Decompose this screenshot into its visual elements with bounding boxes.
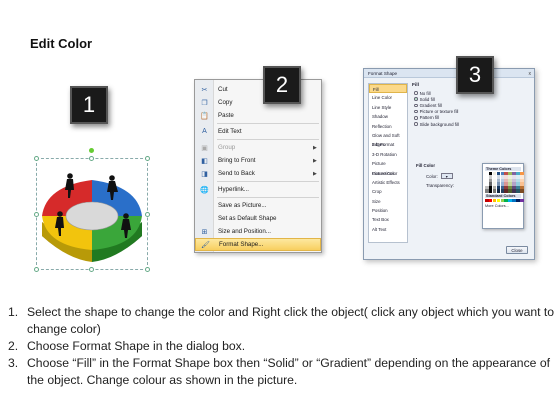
- radio-slide-background-fill[interactable]: Slide background fill: [412, 121, 530, 127]
- hyperlink-icon: 🌐: [200, 186, 209, 194]
- fill-options-panel: Fill No fill Solid fill Gradient fill Pi…: [412, 83, 530, 243]
- transparency-label: Transparency:: [426, 183, 454, 188]
- category-line-style[interactable]: Line Style: [369, 103, 407, 112]
- edit-text-icon: A: [202, 128, 207, 135]
- category-picture-corrections[interactable]: Picture Corrections: [369, 159, 407, 175]
- submenu-arrow-icon: ▶: [313, 144, 317, 151]
- category-line-color[interactable]: Line Color: [369, 93, 407, 102]
- category-3d-rotation[interactable]: 3-D Rotation: [369, 150, 407, 159]
- step-badge-3: 3: [456, 56, 494, 94]
- menu-item-hyperlink[interactable]: 🌐 Hyperlink...: [195, 183, 321, 196]
- page-title: Edit Color: [30, 36, 93, 51]
- category-size[interactable]: Size: [369, 197, 407, 206]
- bring-front-icon: ◧: [201, 157, 208, 165]
- menu-item-size-position[interactable]: ⊞ Size and Position...: [195, 225, 321, 238]
- menu-separator: [217, 197, 319, 198]
- menu-item-send-to-back[interactable]: ◨ Send to Back ▶: [195, 167, 321, 180]
- category-shadow[interactable]: Shadow: [369, 112, 407, 121]
- theme-colors-label: Theme Colors: [485, 167, 521, 171]
- theme-color-grid: [485, 172, 524, 193]
- category-artistic-effects[interactable]: Artistic Effects: [369, 178, 407, 187]
- menu-item-format-shape[interactable]: 🖌 Format Shape...: [195, 238, 321, 251]
- menu-item-copy[interactable]: ❐ Copy: [195, 96, 321, 109]
- menu-item-set-default-shape[interactable]: Set as Default Shape: [195, 212, 321, 225]
- menu-item-cut[interactable]: ✂ Cut: [195, 83, 321, 96]
- menu-separator: [217, 181, 319, 182]
- dialog-title-bar: Format Shape x: [364, 69, 534, 78]
- color-swatch[interactable]: [520, 189, 524, 193]
- menu-item-bring-to-front[interactable]: ◧ Bring to Front ▶: [195, 154, 321, 167]
- color-picker-button[interactable]: ▾: [440, 173, 453, 179]
- color-palette-dropdown: Theme Colors Standard Colors More Colors…: [482, 163, 524, 229]
- color-swatch[interactable]: [520, 198, 524, 202]
- category-position[interactable]: Position: [369, 206, 407, 215]
- menu-item-group[interactable]: ▣ Group ▶: [195, 141, 321, 154]
- instruction-list: 1. Select the shape to change the color …: [8, 304, 556, 389]
- category-list: Fill Line Color Line Style Shadow Reflec…: [368, 83, 408, 243]
- send-back-icon: ◨: [201, 170, 208, 178]
- category-glow[interactable]: Glow and Soft Edges: [369, 131, 407, 147]
- transparency-row: Transparency:: [426, 183, 454, 188]
- category-text-box[interactable]: Text Box: [369, 215, 407, 224]
- instruction-item: 1. Select the shape to change the color …: [8, 305, 555, 336]
- standard-color-grid: [485, 198, 524, 202]
- instruction-item: 2. Choose Format Shape in the dialog box…: [8, 339, 246, 353]
- puzzle-ring-graphic[interactable]: [32, 150, 152, 276]
- context-menu: ✂ Cut ❐ Copy 📋 Paste A Edit Text ▣ Group…: [194, 79, 322, 253]
- step-badge-2: 2: [263, 66, 301, 104]
- paint-bucket-icon: ▾: [445, 173, 448, 179]
- category-picture-color[interactable]: Picture Color: [369, 169, 407, 178]
- menu-item-save-as-picture[interactable]: Save as Picture...: [195, 199, 321, 212]
- size-position-icon: ⊞: [201, 228, 208, 236]
- category-alt-text[interactable]: Alt Text: [369, 225, 407, 234]
- scissors-icon: ✂: [201, 86, 208, 94]
- menu-separator: [217, 123, 319, 124]
- standard-colors-label: Standard Colors: [485, 193, 521, 198]
- fill-color-heading: Fill Color: [416, 163, 436, 168]
- submenu-arrow-icon: ▶: [313, 157, 317, 164]
- step-badge-1: 1: [70, 86, 108, 124]
- category-reflection[interactable]: Reflection: [369, 122, 407, 131]
- color-row: Color: ▾: [426, 173, 453, 179]
- dialog-title: Format Shape: [368, 71, 398, 76]
- more-colors-link[interactable]: More Colors...: [485, 204, 521, 208]
- instruction-item: 3. Choose “Fill” in the Format Shape box…: [8, 356, 551, 387]
- group-icon: ▣: [201, 144, 208, 152]
- color-label: Color:: [426, 173, 438, 179]
- format-shape-icon: 🖌: [201, 241, 210, 249]
- puzzle-shape-panel: [32, 148, 152, 276]
- paste-icon: 📋: [200, 112, 209, 120]
- submenu-arrow-icon: ▶: [313, 170, 317, 177]
- category-crop[interactable]: Crop: [369, 187, 407, 196]
- category-3d-format[interactable]: 3-D Format: [369, 140, 407, 149]
- category-fill[interactable]: Fill: [369, 84, 407, 94]
- close-icon[interactable]: x: [529, 70, 532, 79]
- menu-separator: [217, 139, 319, 140]
- copy-icon: ❐: [201, 99, 208, 107]
- format-shape-dialog: Format Shape x Fill Line Color Line Styl…: [363, 68, 535, 260]
- close-button[interactable]: Close: [506, 246, 528, 254]
- menu-item-paste[interactable]: 📋 Paste: [195, 109, 321, 122]
- menu-item-edit-text[interactable]: A Edit Text: [195, 125, 321, 138]
